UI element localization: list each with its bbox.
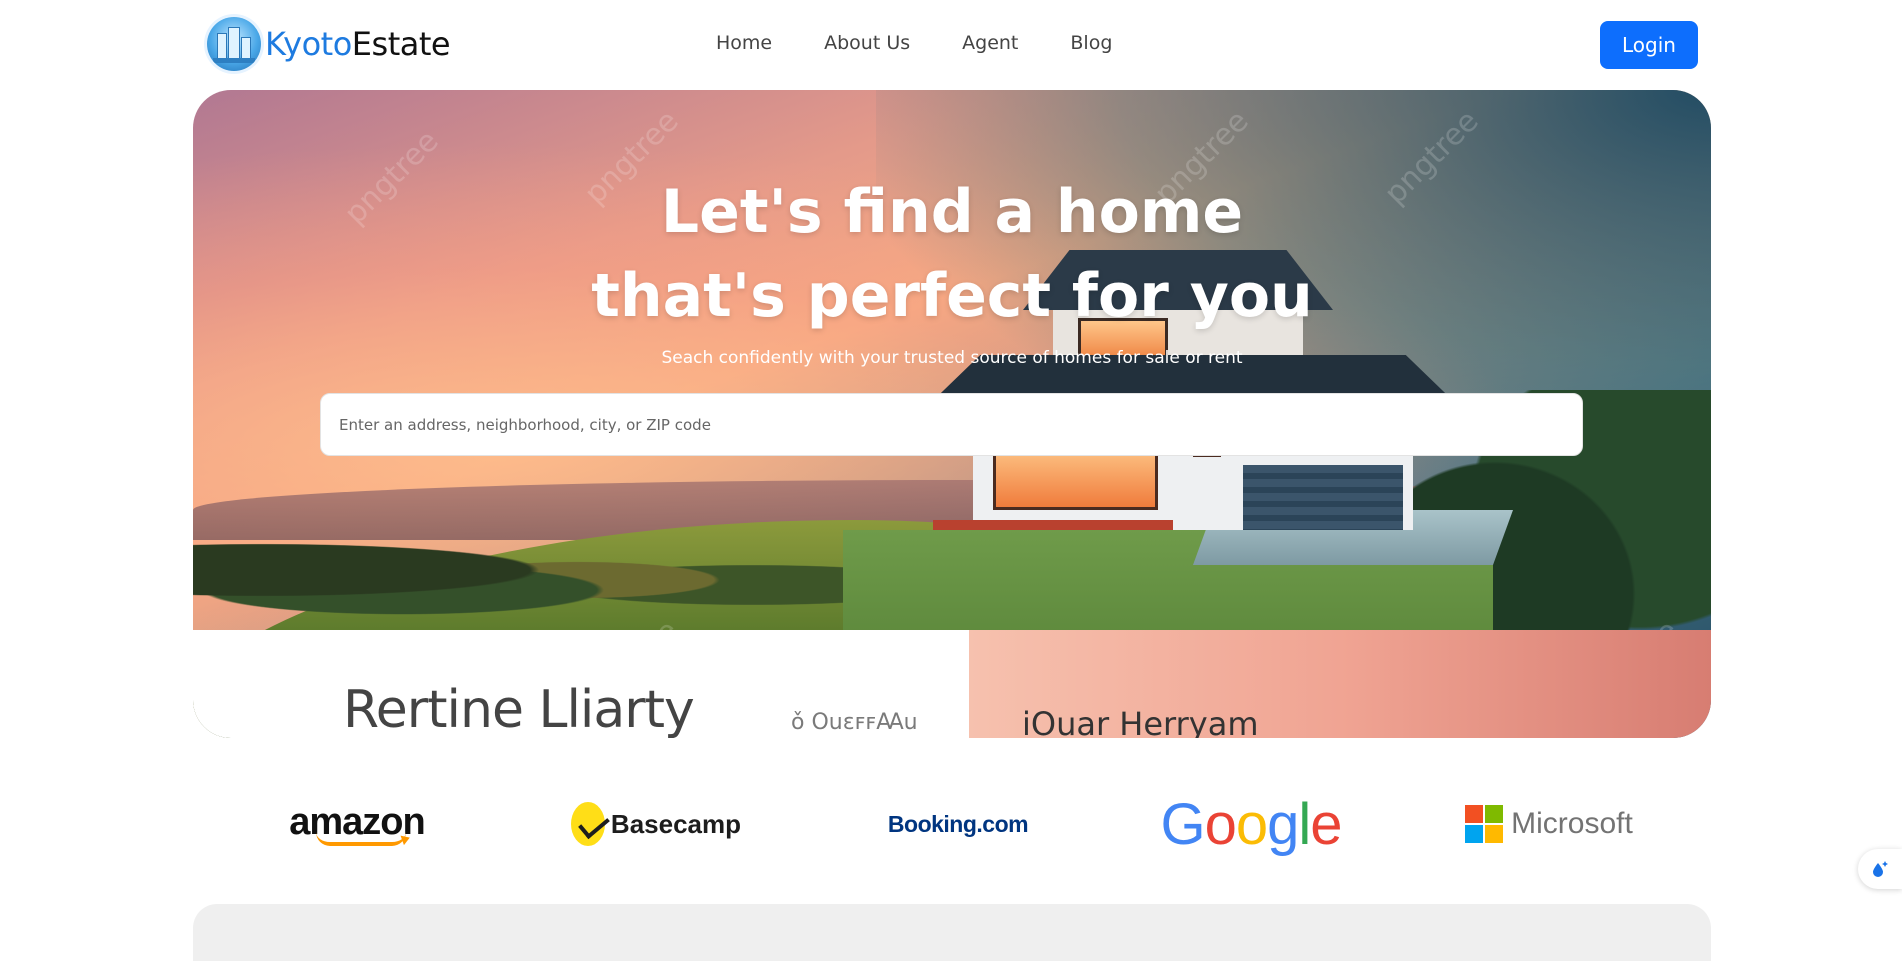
brand-name-part1: Kyoto (265, 25, 352, 63)
microsoft-logo-text: Microsoft (1511, 807, 1633, 840)
hero-banner: pngtree pngtree pngtree pngtree pngtree … (193, 90, 1711, 738)
partner-logos: amazon Basecamp Booking.com Google Micro… (193, 784, 1711, 864)
hero-title-line1: Let's find a home (660, 177, 1244, 247)
brand-name-part2: Estate (351, 25, 451, 63)
nav-link-home[interactable]: Home (716, 32, 772, 54)
nav-link-blog[interactable]: Blog (1070, 32, 1112, 54)
amazon-smile-icon (316, 832, 406, 846)
nav-link-about-us[interactable]: About Us (824, 32, 910, 54)
brand-logo-link[interactable]: KyotoEstate (207, 17, 451, 71)
booking-logo-text: Booking.com (887, 810, 1029, 837)
basecamp-icon (571, 802, 605, 846)
next-section (193, 904, 1711, 961)
image-text-1: Rertine Lliarty (343, 680, 695, 738)
login-button[interactable]: Login (1600, 21, 1698, 69)
nav-link-agent[interactable]: Agent (962, 32, 1018, 54)
brand-name: KyotoEstate (265, 25, 451, 63)
navbar: KyotoEstate Home About Us Agent Blog Log… (0, 0, 1902, 90)
basecamp-logo-text: Basecamp (610, 808, 741, 839)
hero-title: Let's find a home that's perfect for you (193, 170, 1711, 338)
main-nav: Home About Us Agent Blog (716, 32, 1112, 54)
hero-subtitle: Seach confidently with your trusted sour… (661, 348, 1243, 368)
microsoft-logo: Microsoft (1459, 784, 1639, 864)
microsoft-grid-icon (1465, 805, 1504, 843)
google-logo: Google (1160, 784, 1342, 864)
trees-left (193, 530, 893, 630)
basecamp-logo: Basecamp (571, 784, 741, 864)
google-logo-text: Google (1160, 791, 1342, 857)
amazon-logo: amazon (282, 784, 432, 864)
image-text-3: iOuar Herryam (1022, 705, 1259, 738)
sparkle-drop-icon[interactable] (1858, 849, 1902, 889)
image-text-2: ǒ ОuɛꜰꜰꜲu (791, 710, 918, 735)
booking-logo: Booking.com (883, 784, 1033, 864)
droplet-sparkle-svg (1873, 861, 1888, 877)
building-logo-icon (207, 17, 261, 71)
address-search-input[interactable] (320, 393, 1583, 456)
hero-title-line2: that's perfect for you (591, 261, 1313, 331)
